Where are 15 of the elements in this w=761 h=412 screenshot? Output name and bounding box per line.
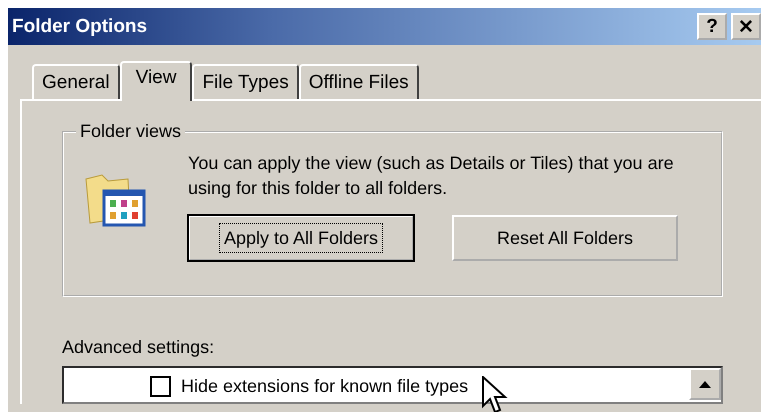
checkbox[interactable]	[150, 376, 171, 396]
scroll-up-button[interactable]	[689, 368, 721, 400]
help-button[interactable]: ?	[697, 13, 727, 40]
window-title: Folder Options	[11, 16, 148, 38]
description-text: You can apply the view (such as Details or Tiles) that you are using for this folder to all folders.	[188, 152, 675, 200]
advanced-settings-label: Advanced settings:	[62, 337, 216, 358]
setting-label: Hide extensions for known file types	[181, 376, 468, 396]
tab[interactable]: Offline Files	[298, 64, 419, 99]
tab[interactable]: General	[32, 64, 120, 99]
apply-button[interactable]: Apply to All Folders	[188, 215, 414, 261]
tab[interactable]: View	[120, 61, 192, 101]
reset-button[interactable]: Reset All Folders	[452, 215, 678, 261]
up-arrow-icon	[699, 380, 711, 388]
tab[interactable]: File Types	[192, 64, 299, 99]
close-button[interactable]: ✕	[731, 13, 761, 40]
